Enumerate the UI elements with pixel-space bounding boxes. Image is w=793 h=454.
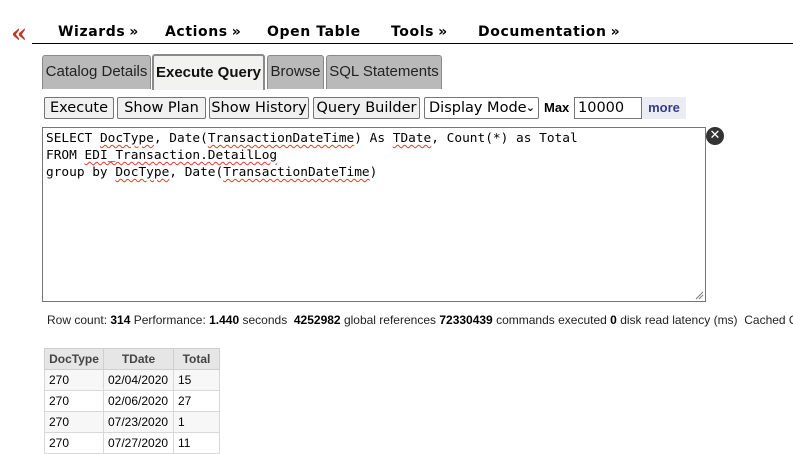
execute-button[interactable]: Execute xyxy=(44,97,114,119)
tab-execute-query[interactable]: Execute Query xyxy=(152,54,265,90)
table-row: 270 02/04/2020 15 xyxy=(44,369,220,391)
results-table: DocType TDate Total 270 02/04/2020 15 27… xyxy=(44,348,220,454)
query-builder-button[interactable]: Query Builder xyxy=(313,97,420,119)
stat-label: global references xyxy=(343,313,436,327)
display-mode-select[interactable]: Display Mode ⌄ xyxy=(424,97,539,119)
table-cell: 27 xyxy=(173,390,220,412)
chevron-down-icon: ⌄ xyxy=(525,101,535,114)
more-link[interactable]: more xyxy=(642,97,686,119)
tab-sql-statements[interactable]: SQL Statements xyxy=(326,55,442,89)
resize-grip-icon[interactable] xyxy=(694,290,704,300)
table-cell: 02/04/2020 xyxy=(103,369,174,391)
max-rows-input[interactable]: 10000 xyxy=(574,97,642,119)
stat-label: Row count: xyxy=(47,313,108,327)
column-header[interactable]: TDate xyxy=(103,348,174,370)
query-line: group by DocType, Date(TransactionDateTi… xyxy=(46,165,378,180)
stat-label: Performance: xyxy=(133,313,206,327)
global-refs-value: 4252982 xyxy=(293,313,341,327)
menu-open-table-label: Open Table xyxy=(267,24,361,40)
table-header-row: DocType TDate Total xyxy=(44,348,220,370)
menu-actions[interactable]: Actions» xyxy=(165,24,241,40)
menu-arrow-icon: » xyxy=(231,24,242,40)
stat-label: seconds xyxy=(242,313,288,327)
table-cell: 270 xyxy=(44,411,104,433)
menu-arrow-icon: » xyxy=(129,24,139,40)
table-row: 270 07/23/2020 1 xyxy=(44,411,220,433)
table-cell: 270 xyxy=(44,390,104,412)
query-line: FROM EDI_Transaction.DetailLog xyxy=(46,148,278,163)
top-menu-bar: « Wizards» Actions» Open Table Tools» Do… xyxy=(0,0,793,47)
table-cell: 07/27/2020 xyxy=(103,432,174,454)
commands-value: 72330439 xyxy=(439,313,493,327)
tab-browse[interactable]: Browse xyxy=(267,55,324,89)
collapse-left-icon[interactable]: « xyxy=(11,21,27,47)
show-history-button[interactable]: Show History xyxy=(209,97,309,119)
table-cell: 11 xyxy=(173,432,220,454)
disk-latency-value: 0 xyxy=(610,313,617,327)
menu-arrow-icon: » xyxy=(610,24,621,40)
menu-arrow-icon: » xyxy=(438,24,448,40)
menu-documentation[interactable]: Documentation» xyxy=(478,24,620,40)
table-cell: 15 xyxy=(173,369,220,391)
seconds-value: 1.440 xyxy=(209,313,240,327)
stat-label: disk read latency (ms) xyxy=(620,313,738,327)
menu-documentation-label: Documentation xyxy=(478,24,607,40)
menu-actions-label: Actions xyxy=(165,24,228,40)
clear-query-icon[interactable]: ✕ xyxy=(706,127,724,145)
menu-wizards-label: Wizards xyxy=(58,24,126,40)
column-header[interactable]: DocType xyxy=(44,348,104,370)
stat-label: commands executed xyxy=(496,313,607,327)
table-cell: 07/23/2020 xyxy=(103,411,174,433)
table-cell: 02/06/2020 xyxy=(103,390,174,412)
stat-label: Cached Qu xyxy=(744,313,793,327)
menu-divider xyxy=(32,43,793,44)
query-line: SELECT DocType, Date(TransactionDateTime… xyxy=(46,131,578,146)
menu-wizards[interactable]: Wizards» xyxy=(58,24,139,40)
query-stats: Row count: 314 Performance: 1.440 second… xyxy=(47,313,793,327)
show-plan-button[interactable]: Show Plan xyxy=(117,97,206,119)
table-cell: 270 xyxy=(44,432,104,454)
table-cell: 1 xyxy=(173,411,220,433)
table-row: 270 02/06/2020 27 xyxy=(44,390,220,412)
display-mode-value: Display Mode xyxy=(429,100,527,116)
column-header[interactable]: Total xyxy=(173,348,220,370)
tab-catalog-details[interactable]: Catalog Details xyxy=(42,55,151,89)
table-row: 270 07/27/2020 11 xyxy=(44,432,220,454)
menu-tools-label: Tools xyxy=(391,24,435,40)
sql-query-editor[interactable]: SELECT DocType, Date(TransactionDateTime… xyxy=(42,127,706,302)
menu-open-table[interactable]: Open Table xyxy=(267,24,361,40)
max-label: Max xyxy=(544,100,570,115)
table-cell: 270 xyxy=(44,369,104,391)
menu-tools[interactable]: Tools» xyxy=(391,24,448,40)
row-count-value: 314 xyxy=(110,313,131,327)
